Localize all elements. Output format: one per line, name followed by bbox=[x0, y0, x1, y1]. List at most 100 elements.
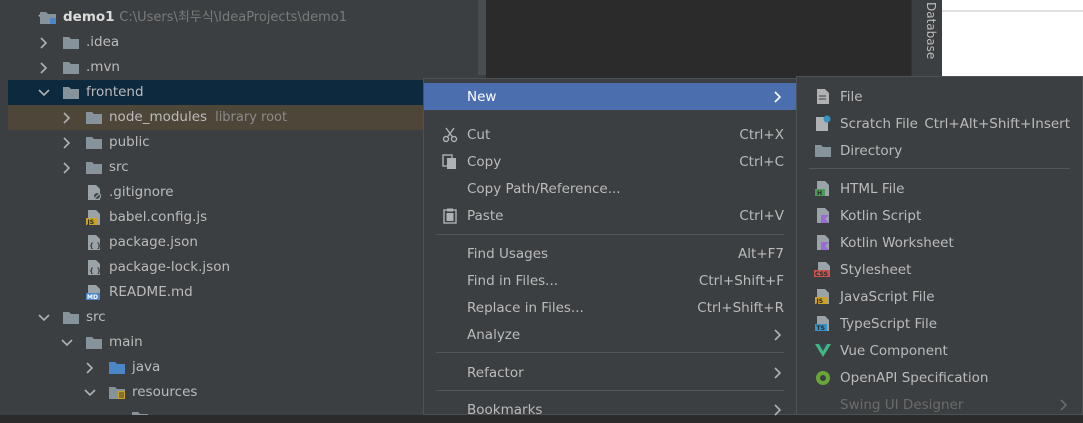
menu-item-label: Kotlin Worksheet bbox=[840, 234, 954, 251]
submenu-item-file[interactable]: File bbox=[797, 83, 1082, 110]
menu-item-label: File bbox=[840, 88, 863, 105]
tree-row-public[interactable]: public bbox=[8, 130, 486, 155]
submenu-item-typescript-file[interactable]: TS TypeScript File bbox=[797, 310, 1082, 337]
copy-icon bbox=[441, 153, 459, 171]
shortcut-label: Ctrl+Shift+R bbox=[697, 299, 784, 316]
chevron-right-icon[interactable] bbox=[61, 136, 73, 149]
menu-item-cut[interactable]: Cut Ctrl+X bbox=[424, 121, 796, 148]
submenu-item-directory[interactable]: Directory bbox=[797, 137, 1082, 164]
chevron-down-icon[interactable] bbox=[61, 337, 73, 349]
vue-icon bbox=[814, 342, 832, 360]
tree-row-java[interactable]: java bbox=[8, 355, 486, 380]
tree-item-label: .mvn bbox=[86, 59, 120, 75]
scratch-file-icon bbox=[814, 115, 832, 133]
svg-text:H: H bbox=[817, 190, 822, 197]
tree-row-frontend[interactable]: frontend bbox=[8, 80, 486, 105]
tree-row-frontend-src[interactable]: src bbox=[8, 155, 486, 180]
menu-item-find-in-files[interactable]: Find in Files... Ctrl+Shift+F bbox=[424, 267, 796, 294]
tree-row-partial[interactable] bbox=[8, 405, 486, 415]
submenu-item-scratch-file[interactable]: Scratch File Ctrl+Alt+Shift+Insert bbox=[797, 110, 1082, 137]
menu-item-find-usages[interactable]: Find Usages Alt+F7 bbox=[424, 240, 796, 267]
tree-row-babel-config[interactable]: JS babel.config.js bbox=[8, 205, 486, 230]
submenu-item-javascript-file[interactable]: JS JavaScript File bbox=[797, 283, 1082, 310]
menu-item-analyze[interactable]: Analyze bbox=[424, 321, 796, 348]
library-root-hint: library root bbox=[215, 110, 288, 125]
tree-item-label: node_modules library root bbox=[109, 109, 288, 125]
folder-icon bbox=[85, 135, 103, 151]
menu-separator bbox=[436, 352, 784, 353]
chevron-right-icon[interactable] bbox=[38, 36, 50, 49]
menu-item-paste[interactable]: Paste Ctrl+V bbox=[424, 202, 796, 229]
menu-item-label: HTML File bbox=[840, 180, 905, 197]
menu-item-label: Find Usages bbox=[467, 245, 549, 262]
tree-row-node-modules[interactable]: node_modules library root bbox=[8, 105, 486, 130]
folder-icon bbox=[62, 310, 80, 326]
menu-item-label: Directory bbox=[840, 142, 903, 159]
menu-item-copy-path[interactable]: Copy Path/Reference... bbox=[424, 175, 796, 202]
tree-row-gitignore[interactable]: .gitignore bbox=[8, 180, 486, 205]
menu-item-label: Copy Path/Reference... bbox=[467, 180, 621, 197]
submenu-item-html-file[interactable]: H HTML File bbox=[797, 175, 1082, 202]
submenu-item-swing-ui-designer[interactable]: Swing UI Designer bbox=[797, 391, 1082, 418]
tree-row-src[interactable]: src bbox=[8, 305, 486, 330]
tree-row-idea[interactable]: .idea bbox=[8, 30, 486, 55]
menu-item-replace-in-files[interactable]: Replace in Files... Ctrl+Shift+R bbox=[424, 294, 796, 321]
shortcut-label: Ctrl+C bbox=[739, 153, 784, 170]
database-tool-strip[interactable]: Database bbox=[911, 0, 942, 76]
editor-area bbox=[487, 0, 911, 76]
tree-row-main[interactable]: main bbox=[8, 330, 486, 355]
shortcut-label: Ctrl+Alt+Shift+Insert bbox=[924, 115, 1070, 132]
menu-separator bbox=[436, 234, 784, 235]
paste-icon bbox=[441, 207, 459, 225]
tree-row-readme[interactable]: MD README.md bbox=[8, 280, 486, 305]
menu-item-copy[interactable]: Copy Ctrl+C bbox=[424, 148, 796, 175]
folder-icon bbox=[814, 142, 832, 160]
chevron-right-icon[interactable] bbox=[61, 161, 73, 174]
folder-icon bbox=[85, 335, 103, 351]
menu-item-label: Swing UI Designer bbox=[840, 396, 964, 413]
tree-item-label: .idea bbox=[86, 34, 120, 50]
chevron-down-icon[interactable] bbox=[38, 87, 50, 99]
folder-icon bbox=[62, 35, 80, 51]
json-file-icon: { } bbox=[85, 235, 103, 251]
html-file-icon: H bbox=[814, 180, 832, 198]
tree-item-label: resources bbox=[132, 384, 198, 400]
menu-item-label: Replace in Files... bbox=[467, 299, 584, 316]
menu-item-bookmarks[interactable]: Bookmarks bbox=[424, 396, 796, 423]
submenu-item-vue-component[interactable]: Vue Component bbox=[797, 337, 1082, 364]
chevron-right-icon[interactable] bbox=[84, 361, 96, 374]
tree-row-mvn[interactable]: .mvn bbox=[8, 55, 486, 80]
menu-item-refactor[interactable]: Refactor bbox=[424, 359, 796, 386]
divider bbox=[942, 10, 1083, 12]
menu-item-new[interactable]: New bbox=[424, 83, 796, 110]
tree-row-resources[interactable]: resources bbox=[8, 380, 486, 405]
submenu-arrow-icon bbox=[774, 366, 782, 379]
tree-row-package-lock-json[interactable]: { } package-lock.json bbox=[8, 255, 486, 280]
tree-row-root[interactable]: demo1 C:\Users\최두식\IdeaProjects\demo1 bbox=[8, 5, 486, 30]
project-tree[interactable]: demo1 C:\Users\최두식\IdeaProjects\demo1 .i… bbox=[8, 0, 486, 415]
database-tab[interactable]: Database bbox=[916, 2, 938, 72]
scissors-icon bbox=[441, 126, 459, 144]
shortcut-label: Ctrl+X bbox=[739, 126, 784, 143]
submenu-arrow-icon bbox=[774, 328, 782, 341]
chevron-right-icon[interactable] bbox=[38, 61, 50, 74]
tree-item-label: package.json bbox=[109, 234, 198, 250]
menu-item-label: Stylesheet bbox=[840, 261, 912, 278]
tree-row-package-json[interactable]: { } package.json bbox=[8, 230, 486, 255]
json-file-icon: { } bbox=[85, 260, 103, 276]
folder-icon bbox=[85, 110, 103, 126]
chevron-down-icon[interactable] bbox=[84, 387, 96, 399]
submenu-item-kotlin-worksheet[interactable]: Kotlin Worksheet bbox=[797, 229, 1082, 256]
preview-panel bbox=[942, 0, 1083, 76]
chevron-right-icon[interactable] bbox=[61, 111, 73, 124]
tree-scrollbar[interactable] bbox=[478, 0, 486, 75]
menu-item-label: Scratch File bbox=[840, 115, 918, 132]
menu-item-label: JavaScript File bbox=[840, 288, 935, 305]
folder-icon bbox=[131, 410, 149, 415]
submenu-item-kotlin-script[interactable]: Kotlin Script bbox=[797, 202, 1082, 229]
chevron-down-icon[interactable] bbox=[38, 312, 50, 324]
svg-text:{ }: { } bbox=[89, 267, 101, 275]
submenu-item-openapi[interactable]: OpenAPI Specification bbox=[797, 364, 1082, 391]
tree-item-label: README.md bbox=[109, 284, 193, 300]
submenu-item-stylesheet[interactable]: CSS Stylesheet bbox=[797, 256, 1082, 283]
